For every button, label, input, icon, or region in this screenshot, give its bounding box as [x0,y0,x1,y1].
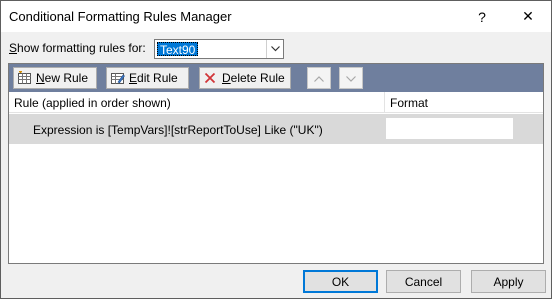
edit-rule-button[interactable]: Edit Rule [106,67,189,89]
show-rules-label: Show formatting rules for: [9,41,146,55]
rules-toolbar: New Rule Edit Rule Delete Rule [9,64,543,92]
column-header-rule[interactable]: Rule (applied in order shown) [14,96,171,110]
rules-table-header: Rule (applied in order shown) Format [9,92,543,113]
new-rule-label: New Rule [36,71,89,85]
apply-button[interactable]: Apply [471,270,546,293]
chevron-down-icon [346,71,356,85]
help-button[interactable]: ? [459,1,505,32]
conditional-formatting-dialog: Conditional Formatting Rules Manager ? ✕… [0,0,552,299]
new-rule-button[interactable]: New Rule [13,67,97,89]
rule-expression: Expression is [TempVars]![strReportToUse… [33,123,323,137]
column-divider[interactable] [384,92,385,113]
column-header-format[interactable]: Format [390,96,428,110]
edit-rule-label: Edit Rule [129,71,178,85]
chevron-down-icon[interactable] [266,40,283,58]
delete-rule-label: Delete Rule [222,71,285,85]
show-rules-selected-value: Text90 [157,42,199,57]
title-bar: Conditional Formatting Rules Manager ? ✕ [1,1,551,32]
window-title: Conditional Formatting Rules Manager [9,9,232,24]
new-rule-icon [18,71,36,85]
rules-frame: New Rule Edit Rule Delete Rule Rule (app… [8,63,544,264]
close-button[interactable]: ✕ [505,1,551,32]
table-row[interactable]: Expression is [TempVars]![strReportToUse… [9,114,543,144]
move-down-button[interactable] [339,67,363,89]
show-rules-dropdown[interactable]: Text90 [154,39,284,59]
delete-rule-button[interactable]: Delete Rule [199,67,291,89]
cancel-button[interactable]: Cancel [386,270,461,293]
chevron-up-icon [314,71,324,85]
move-up-button[interactable] [307,67,331,89]
delete-icon [204,72,222,84]
edit-rule-icon [111,71,129,85]
format-preview [386,118,513,139]
ok-button[interactable]: OK [303,270,378,293]
